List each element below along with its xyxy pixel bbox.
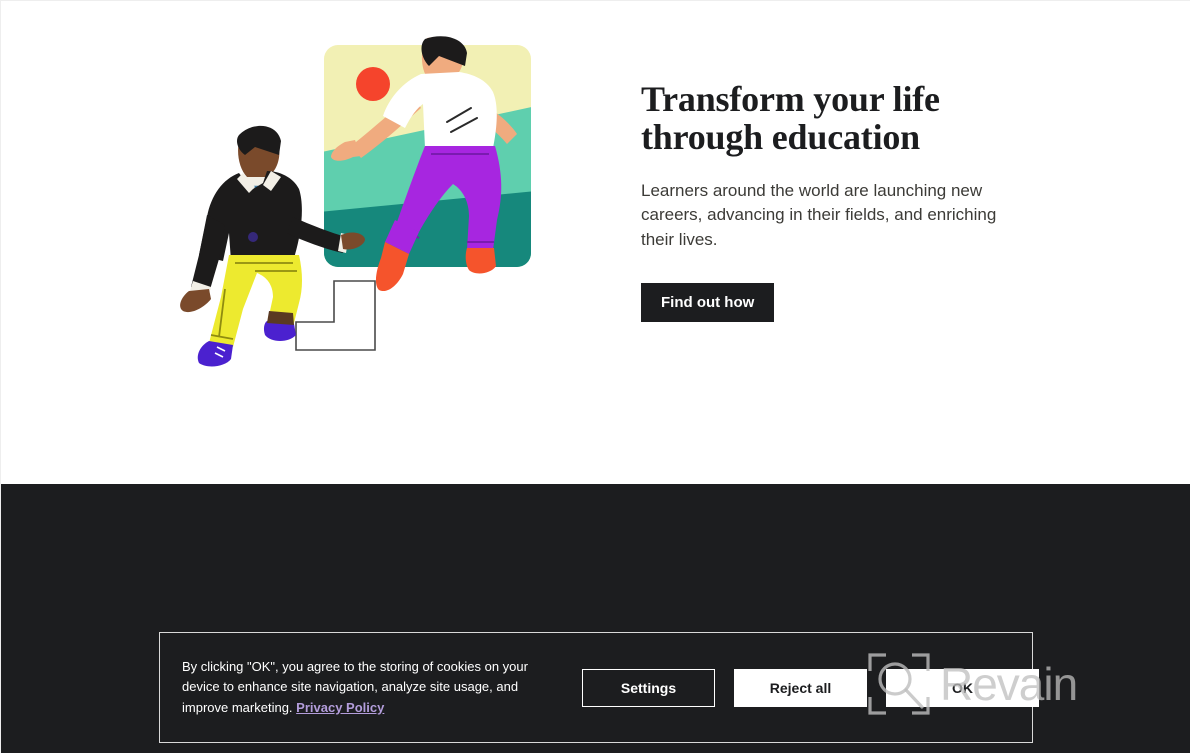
cookie-reject-all-button[interactable]: Reject all <box>734 669 867 707</box>
find-out-how-button[interactable]: Find out how <box>641 282 775 322</box>
hero-title-line-2: through education <box>641 116 920 157</box>
hero-title-line-1: Transform your life <box>641 79 940 119</box>
cookie-settings-button[interactable]: Settings <box>582 669 715 707</box>
cookie-privacy-policy-link[interactable]: Privacy Policy <box>296 700 384 715</box>
hero-subtitle: Learners around the world are launching … <box>641 180 997 249</box>
cookie-banner-actions: Settings Reject all OK <box>582 669 1039 707</box>
cookie-consent-banner: By clicking "OK", you agree to the stori… <box>159 632 1039 743</box>
page-root: Transform your life through education Le… <box>0 0 1190 753</box>
cookie-banner-text: By clicking "OK", you agree to the stori… <box>182 657 548 717</box>
hero-copy: Transform your life through education Le… <box>641 79 1041 322</box>
hero-illustration <box>180 36 541 367</box>
hero-section: Transform your life through education Le… <box>1 1 1190 484</box>
cookie-ok-button[interactable]: OK <box>886 669 1039 707</box>
page-title: Transform your life through education <box>641 79 1041 157</box>
figure-left-person <box>180 121 366 367</box>
